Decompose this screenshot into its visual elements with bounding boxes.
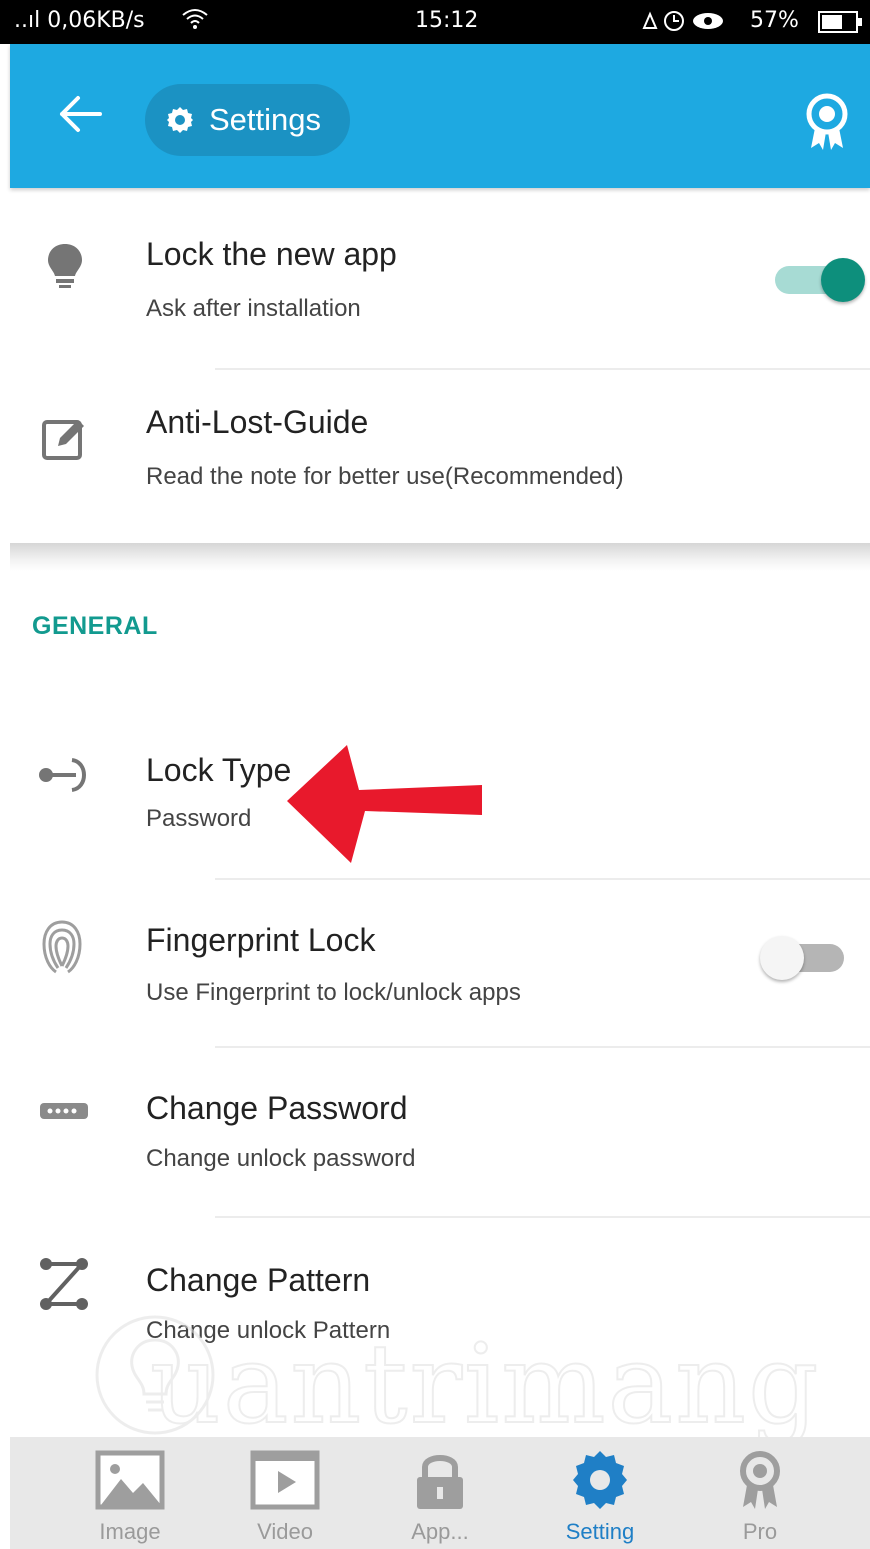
item-title: Anti-Lost-Guide [146, 404, 369, 440]
divider [215, 1046, 870, 1048]
item-subtitle: Use Fingerprint to lock/unlock apps [146, 979, 521, 1006]
lock-new-app-toggle[interactable] [775, 258, 865, 302]
tab-label: Setting [565, 1519, 635, 1544]
battery-percent: 57% [750, 8, 799, 33]
section-separator [10, 543, 870, 571]
item-title: Lock Type [146, 752, 292, 788]
status-bar: ..ıl 0,06KB/s 15:12 57% [0, 0, 870, 44]
award-ribbon-icon [740, 1451, 780, 1509]
bottom-navigation: Image Video App... Setting Pro [10, 1437, 870, 1549]
section-header-general: GENERAL [32, 612, 158, 640]
divider [215, 1216, 870, 1218]
item-subtitle: Change unlock password [146, 1145, 416, 1172]
list-item-lock-type[interactable]: Lock Type Password [10, 708, 870, 868]
tab-label: Pro [742, 1519, 778, 1544]
list-item-change-pattern[interactable]: Change Pattern Change unlock Pattern [10, 1228, 870, 1388]
divider [215, 878, 870, 880]
page-title: Settings [209, 102, 322, 137]
item-subtitle: Ask after installation [146, 295, 361, 322]
item-subtitle: Change unlock Pattern [146, 1317, 391, 1344]
lightbulb-icon [48, 244, 82, 288]
arrow-left-icon [60, 96, 102, 132]
divider [215, 368, 870, 370]
image-icon [95, 1450, 165, 1510]
tab-label: App... [411, 1519, 469, 1544]
gear-icon [167, 107, 193, 133]
list-item-fingerprint-lock[interactable]: Fingerprint Lock Use Fingerprint to lock… [10, 888, 870, 1048]
tab-app-lock[interactable]: App... [365, 1437, 515, 1549]
tab-label: Image [99, 1519, 161, 1544]
award-ribbon-icon [806, 93, 848, 150]
fingerprint-lock-toggle[interactable] [760, 936, 844, 980]
item-title: Change Pattern [146, 1262, 371, 1298]
item-title: Lock the new app [146, 236, 397, 272]
item-subtitle: Read the note for better use(Recommended… [146, 463, 624, 490]
list-item-change-password[interactable]: Change Password Change unlock password [10, 1056, 870, 1216]
back-button[interactable] [56, 94, 104, 134]
tab-video[interactable]: Video [210, 1437, 360, 1549]
key-icon [39, 758, 86, 792]
item-title: Fingerprint Lock [146, 922, 376, 958]
tab-pro[interactable]: Pro [685, 1437, 835, 1549]
clock: 15:12 [415, 8, 479, 33]
notification-icons [640, 6, 750, 42]
list-item-anti-lost-guide[interactable]: Anti-Lost-Guide Read the note for better… [10, 388, 870, 548]
tab-setting[interactable]: Setting [525, 1437, 675, 1549]
pro-award-button[interactable] [805, 92, 849, 154]
item-title: Change Password [146, 1090, 408, 1126]
list-item-lock-new-app[interactable]: Lock the new app Ask after installation [10, 220, 870, 370]
fingerprint-icon [42, 920, 82, 974]
video-icon [250, 1450, 320, 1510]
battery-icon [818, 11, 864, 39]
app-bar: Settings [10, 44, 870, 188]
gear-icon [573, 1451, 627, 1509]
settings-title-chip: Settings [145, 84, 350, 156]
lock-icon [417, 1455, 463, 1509]
tab-image[interactable]: Image [55, 1437, 205, 1549]
password-dots-icon [40, 1103, 88, 1119]
item-subtitle: Password [146, 805, 252, 832]
network-speed: ..ıl 0,06KB/s [14, 8, 145, 33]
edit-note-icon [42, 420, 84, 460]
wifi-icon [180, 4, 210, 40]
tab-label: Video [257, 1519, 313, 1544]
pattern-icon [40, 1258, 88, 1310]
